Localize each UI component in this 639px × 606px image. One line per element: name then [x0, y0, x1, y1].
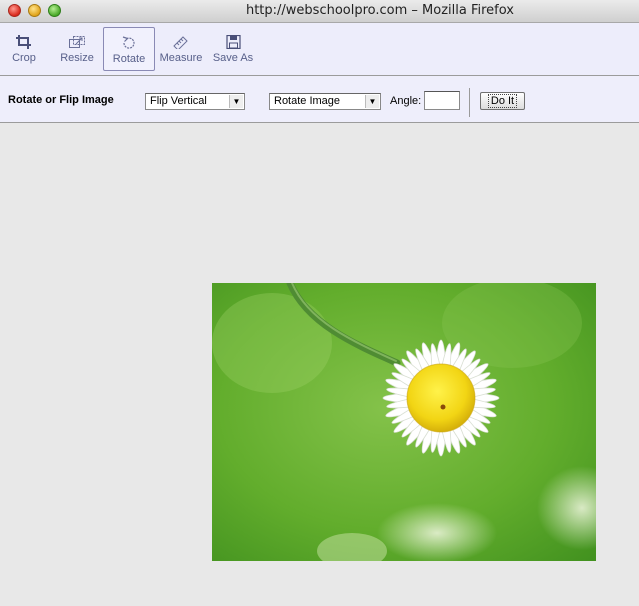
- rotate-options-bar: Rotate or Flip Image Flip Vertical ▼ Rot…: [0, 76, 639, 123]
- options-title: Rotate or Flip Image: [8, 94, 114, 106]
- image-tools-toolbar: Crop Resize Rotate Measure Save As: [0, 23, 639, 76]
- measure-tool-label: Measure: [159, 52, 203, 64]
- divider: [469, 88, 470, 117]
- angle-input[interactable]: [424, 91, 460, 110]
- zoom-window-button[interactable]: [48, 4, 61, 17]
- crop-tool-label: Crop: [12, 52, 36, 64]
- window-title: http://webschoolpro.com – Mozilla Firefo…: [245, 3, 515, 18]
- resize-tool-button[interactable]: Resize: [54, 27, 100, 71]
- rotate-select-value: Rotate Image: [274, 95, 341, 107]
- flip-select-value: Flip Vertical: [150, 95, 207, 107]
- rotate-tool-button[interactable]: Rotate: [103, 27, 155, 71]
- do-it-label: Do It: [487, 94, 518, 108]
- daisy-photo[interactable]: [212, 283, 596, 561]
- rotate-tool-label: Rotate: [112, 53, 146, 65]
- rotate-icon: [122, 36, 135, 49]
- angle-label: Angle:: [390, 95, 422, 107]
- resize-tool-label: Resize: [60, 52, 94, 64]
- do-it-button[interactable]: Do It: [480, 92, 525, 110]
- image-canvas: [0, 123, 639, 606]
- measure-tool-button[interactable]: Measure: [158, 27, 204, 71]
- minimize-window-button[interactable]: [28, 4, 41, 17]
- resize-icon: [69, 36, 85, 48]
- ruler-icon: [173, 36, 188, 49]
- floppy-disk-icon: [226, 35, 241, 49]
- crop-icon: [16, 35, 31, 49]
- chevron-down-icon: ▼: [365, 95, 379, 108]
- crop-tool-button[interactable]: Crop: [4, 27, 44, 71]
- save-as-tool-label: Save As: [212, 52, 254, 64]
- window-titlebar[interactable]: http://webschoolpro.com – Mozilla Firefo…: [0, 0, 639, 23]
- flip-select[interactable]: Flip Vertical ▼: [145, 93, 245, 110]
- close-window-button[interactable]: [8, 4, 21, 17]
- save-as-tool-button[interactable]: Save As: [210, 27, 256, 71]
- chevron-down-icon: ▼: [229, 95, 243, 108]
- rotate-select[interactable]: Rotate Image ▼: [269, 93, 381, 110]
